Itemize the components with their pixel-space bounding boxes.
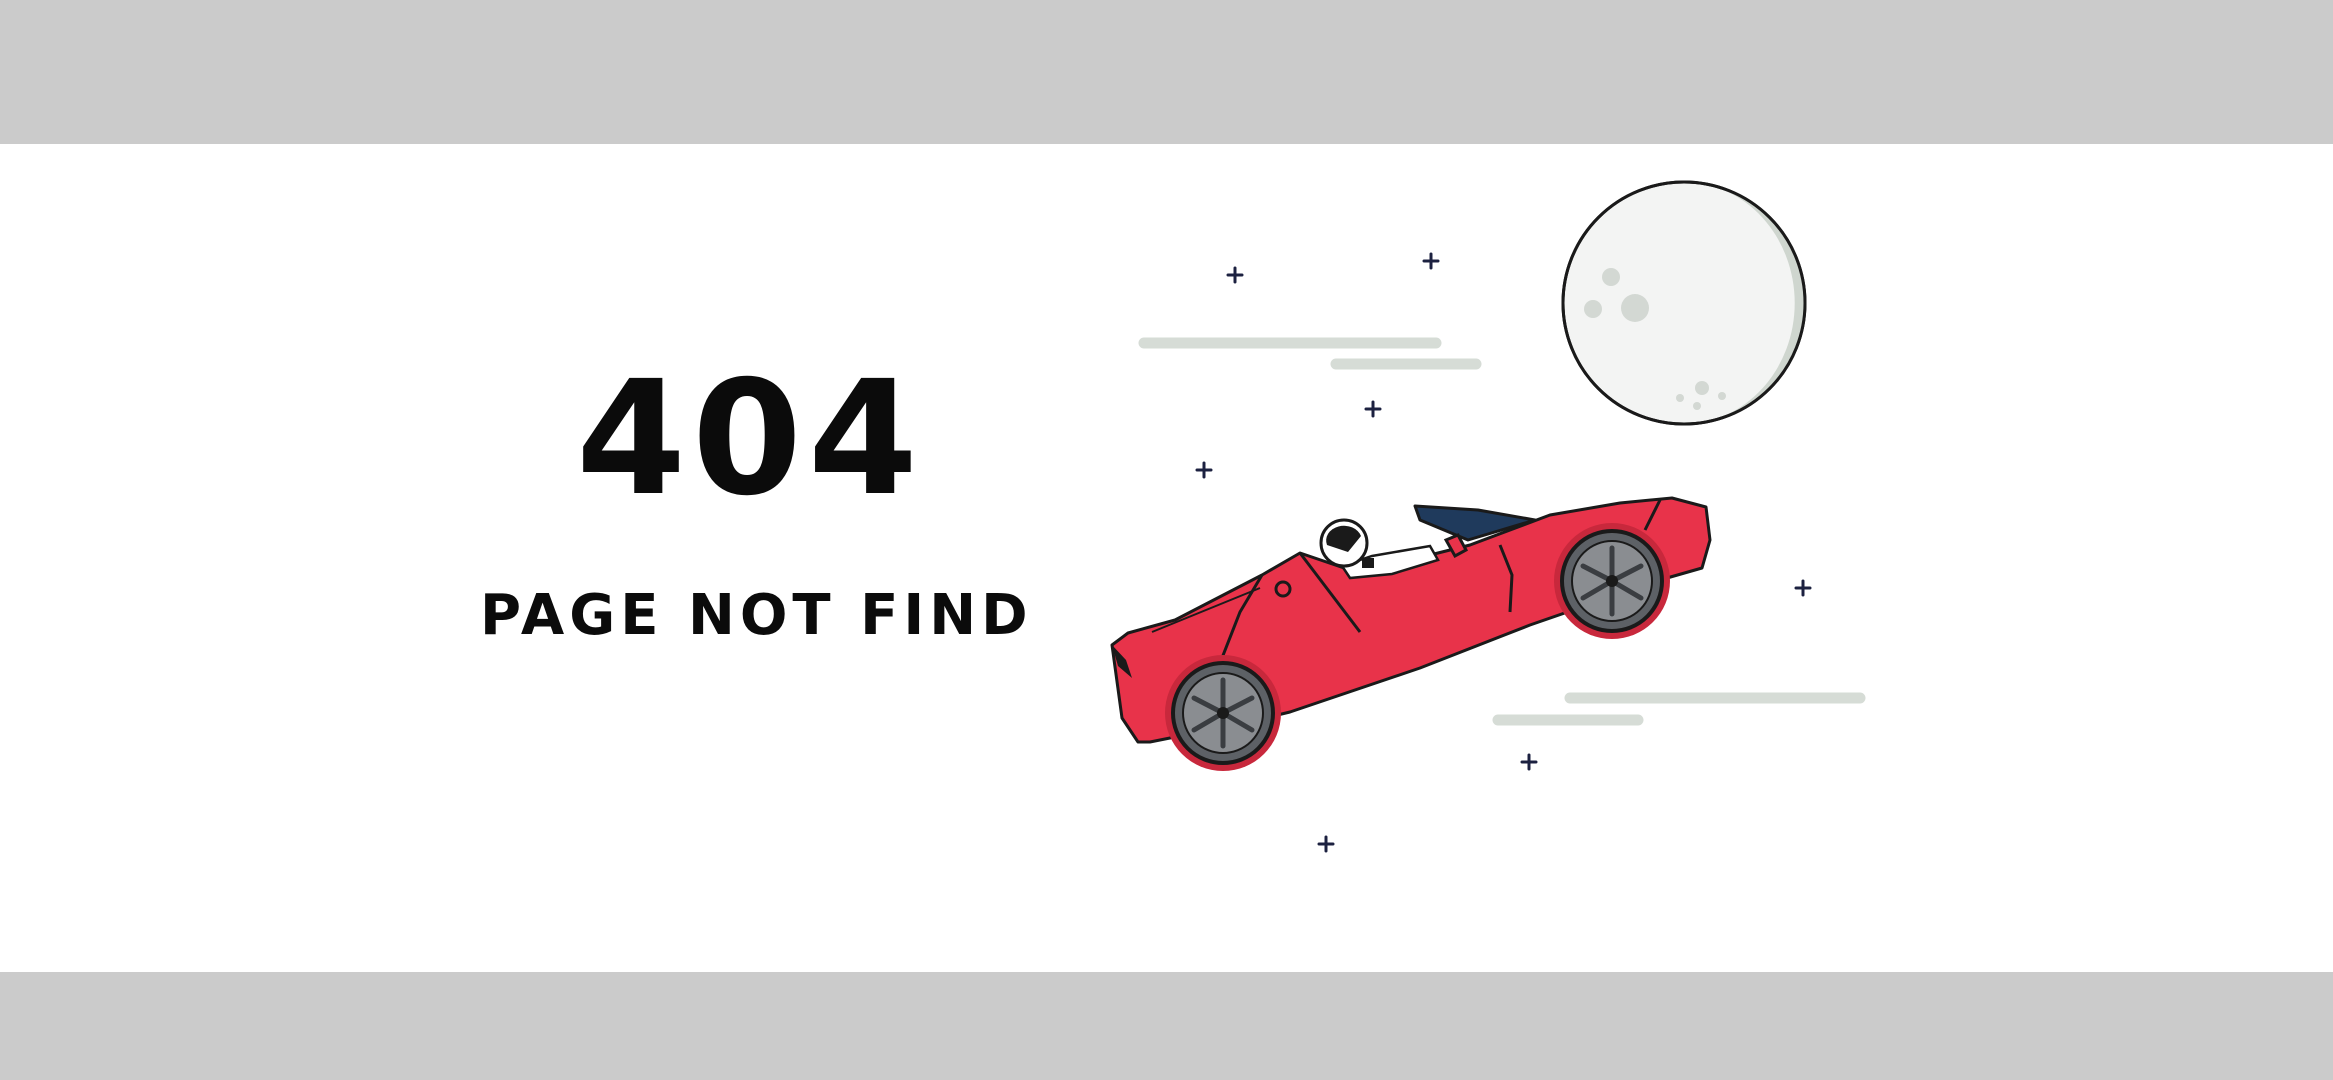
speed-lines-lower — [1492, 692, 1866, 726]
star-icon — [1364, 400, 1382, 418]
star-icon — [1317, 835, 1335, 853]
star-icon — [1422, 252, 1440, 270]
star-icon — [1794, 579, 1812, 597]
moon-icon — [1561, 180, 1807, 426]
error-code: 404 — [576, 347, 924, 531]
wheel-icon — [1560, 529, 1664, 633]
car-icon — [1110, 496, 1712, 771]
star-icon — [1226, 266, 1244, 284]
bottom-band — [0, 972, 2333, 1080]
wheel-icon — [1171, 661, 1275, 765]
top-band — [0, 0, 2333, 144]
error-message: PAGE NOT FIND — [480, 583, 1033, 648]
star-icon — [1195, 461, 1213, 479]
speed-lines-upper — [1138, 337, 1482, 370]
car-in-space-illustration — [1110, 180, 1866, 853]
star-icon — [1520, 753, 1538, 771]
